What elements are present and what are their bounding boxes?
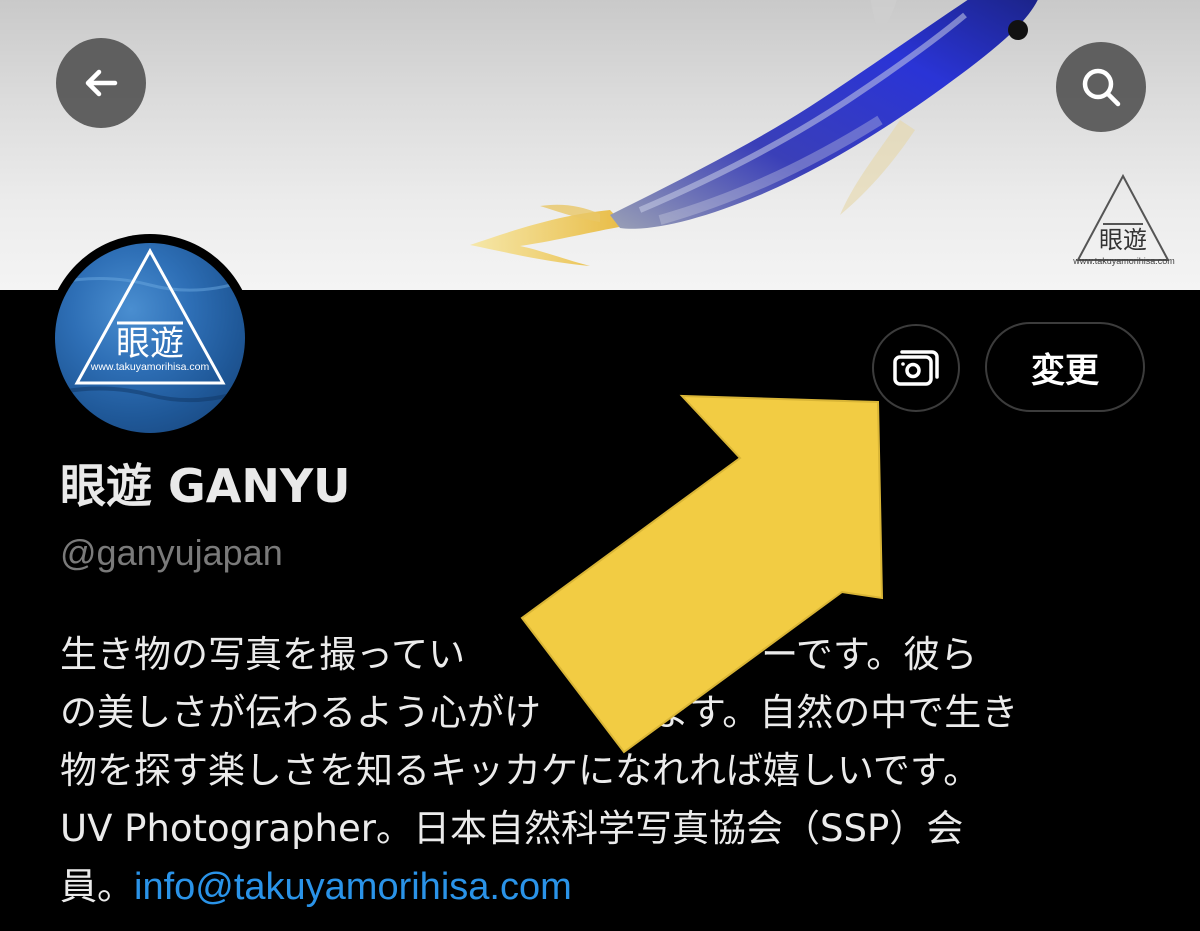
arrow-left-icon [85,69,118,97]
profile-page: 眼遊 www.takuyamorihisa.com 眼遊 www.takuyam… [0,0,1200,931]
photo-gallery-button[interactable] [872,324,960,412]
bio-line: の美しさが伝わるよう心がけ います。自然の中で生き [60,691,1019,734]
avatar[interactable]: 眼遊 www.takuyamorihisa.com [46,234,254,442]
display-name: 眼遊 GANYU [60,459,351,513]
photo-gallery-icon [893,350,939,386]
bio-line-last: 員。info@takuyamorihisa.com [60,858,1160,916]
email-link[interactable]: info@takuyamorihisa.com [134,866,572,908]
bio-line: 生き物の写真を撮ってい ラファーです。彼ら [60,633,978,676]
edit-profile-button[interactable]: 変更 [985,322,1145,412]
search-button[interactable] [1056,42,1146,132]
banner-logo-url: www.takuyamorihisa.com [1073,256,1175,266]
search-icon [1082,68,1121,107]
profile-bio: 生き物の写真を撮ってい ラファーです。彼ら の美しさが伝わるよう心がけ います。… [60,626,1160,916]
bio-line: UV Photographer。日本自然科学写真協会（SSP）会 [60,807,964,850]
bio-line: 物を探す楽しさを知るキッカケになれれば嬉しいです。 [60,749,981,792]
profile-handle: @ganyujapan [60,532,283,573]
svg-text:眼遊: 眼遊 [1099,226,1147,254]
avatar-logo-url: www.takuyamorihisa.com [90,361,210,373]
svg-text:眼遊: 眼遊 [116,324,184,364]
avatar-logo-mark: 眼遊 [55,247,245,403]
back-button[interactable] [56,38,146,128]
bio-line-end: 員。 [60,865,134,908]
avatar-image: 眼遊 www.takuyamorihisa.com [55,243,245,433]
